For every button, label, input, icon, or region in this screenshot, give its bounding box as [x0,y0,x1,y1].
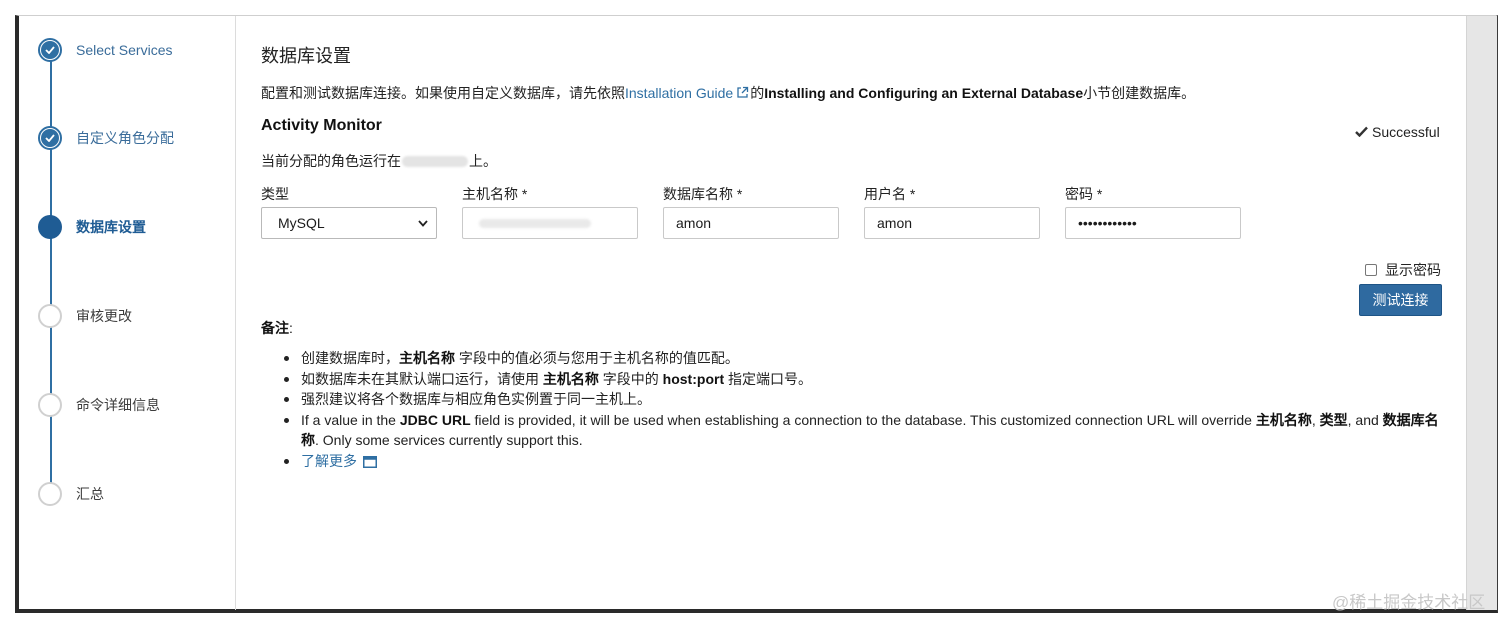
chevron-down-icon [418,219,428,227]
password-input-field[interactable] [1066,208,1240,238]
list-item: 如数据库未在其默认端口运行，请使用 主机名称 字段中的 host:port 指定… [282,369,1442,390]
dbname-label: 数据库名称 * [663,186,743,202]
desc-bold: Installing and Configuring an External D… [764,85,1084,101]
step-pending-icon [38,304,62,328]
wizard-step-label: 自定义角色分配 [76,130,174,146]
wizard-step-label: 数据库设置 [76,219,146,235]
test-connection-button[interactable]: 测试连接 [1359,284,1442,316]
step-complete-icon [38,126,62,150]
redacted-hostname [402,155,468,167]
service-heading: Activity Monitor [261,117,382,134]
step-pending-icon [38,482,62,506]
vertical-scrollbar[interactable] [1466,16,1497,610]
window-icon[interactable] [363,453,377,474]
host-assignment-text: 当前分配的角色运行在 上。 [261,153,497,169]
hostname-input[interactable] [462,207,638,239]
wizard-sidebar: Select Services 自定义角色分配 数据库设置 审核更改 命令详细信… [19,16,236,610]
watermark-text: @稀土掘金技术社区 [1332,593,1486,612]
username-label: 用户名 * [864,186,916,202]
desc-prefix: 配置和测试数据库连接。如果使用自定义数据库，请先依照 [261,85,625,101]
dbname-input-field[interactable] [664,208,838,238]
wizard-step-select-services[interactable]: Select Services [38,36,172,64]
password-input[interactable] [1065,207,1241,239]
page-description: 配置和测试数据库连接。如果使用自定义数据库，请先依照Installation G… [261,83,1195,103]
wizard-step-label: 汇总 [76,486,104,502]
host-label: 主机名称 * [462,186,528,202]
dbname-input[interactable] [663,207,839,239]
wizard-step-label: 命令详细信息 [76,397,160,413]
wizard-step-summary: 汇总 [38,480,104,508]
step-pending-icon [38,393,62,417]
external-link-icon[interactable] [736,86,749,102]
desc-middle: 的 [750,85,765,101]
connection-status: Successful [1355,124,1440,140]
db-type-value: MySQL [278,215,325,231]
check-icon [1355,124,1368,140]
list-item: If a value in the JDBC URL field is prov… [282,410,1442,451]
step-current-icon [38,215,62,239]
list-item: 了解更多 [282,451,1442,474]
type-label: 类型 [261,186,289,202]
learn-more-link[interactable]: 了解更多 [301,453,357,469]
notes-heading: 备注: [261,320,293,336]
show-password-checkbox[interactable] [1365,264,1377,276]
step-complete-icon [38,38,62,62]
wizard-step-label: 审核更改 [76,308,132,324]
wizard-step-role-assignment[interactable]: 自定义角色分配 [38,124,174,152]
wizard-step-database-setup[interactable]: 数据库设置 [38,213,146,241]
show-password-toggle[interactable]: 显示密码 [1365,260,1441,280]
wizard-step-label: Select Services [76,42,173,58]
list-item: 强烈建议将各个数据库与相应角色实例置于同一主机上。 [282,389,1442,410]
password-label: 密码 * [1065,186,1103,202]
status-text: Successful [1372,124,1440,140]
db-type-select[interactable]: MySQL [261,207,437,239]
username-input[interactable] [864,207,1040,239]
desc-suffix: 小节创建数据库。 [1083,85,1196,101]
notes-list: 创建数据库时，主机名称 字段中的值必须与您用于主机名称的值匹配。 如数据库未在其… [282,348,1442,473]
username-input-field[interactable] [865,208,1039,238]
page-title: 数据库设置 [261,46,351,66]
show-password-label: 显示密码 [1385,262,1441,278]
wizard-rail [50,50,52,488]
installation-guide-link[interactable]: Installation Guide [625,85,733,101]
window-frame [15,15,1498,613]
redacted-hostname-value [479,219,591,228]
wizard-step-command-details: 命令详细信息 [38,391,160,419]
wizard-step-review-changes: 审核更改 [38,302,132,330]
list-item: 创建数据库时，主机名称 字段中的值必须与您用于主机名称的值匹配。 [282,348,1442,369]
